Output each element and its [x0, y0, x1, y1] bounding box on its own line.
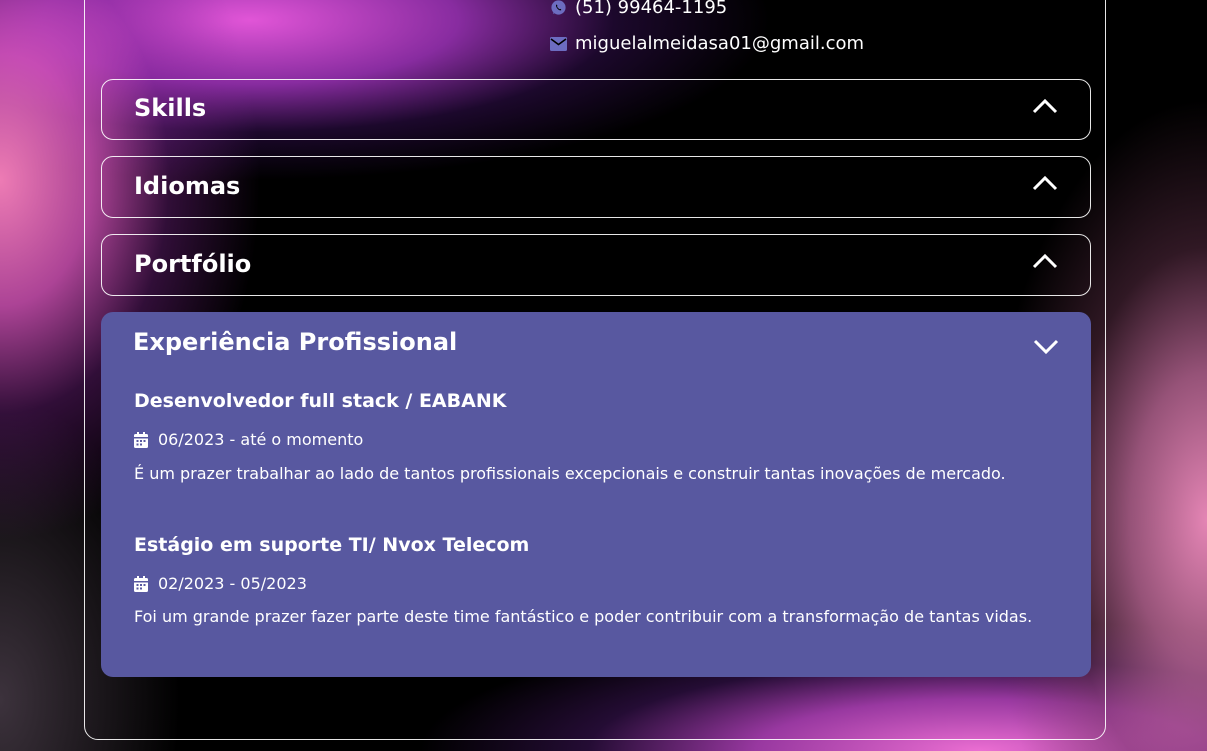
- chevron-up-icon[interactable]: [1030, 173, 1060, 193]
- phone-contact[interactable]: (51) 99464-1195: [550, 0, 727, 18]
- job-description: Foi um grande prazer fazer parte deste t…: [134, 607, 1033, 626]
- email-text: miguelalmeidasa01@gmail.com: [575, 33, 865, 54]
- chevron-up-icon[interactable]: [1030, 251, 1060, 271]
- skills-title: Skills: [134, 94, 207, 122]
- whatsapp-icon: [550, 0, 567, 16]
- experiencia-accordion[interactable]: Experiência Profissional Desenvolvedor f…: [101, 312, 1091, 677]
- phone-text: (51) 99464-1195: [575, 0, 728, 18]
- chevron-down-icon[interactable]: [1031, 336, 1061, 356]
- job-description: É um prazer trabalhar ao lado de tantos …: [134, 464, 1006, 483]
- idiomas-accordion[interactable]: Idiomas: [101, 156, 1091, 218]
- envelope-icon: [550, 35, 567, 52]
- chevron-up-icon[interactable]: [1030, 96, 1060, 116]
- job-date: 02/2023 - 05/2023: [134, 574, 307, 593]
- job-date-text: 02/2023 - 05/2023: [158, 574, 307, 593]
- calendar-icon: [134, 575, 148, 592]
- portfolio-title: Portfólio: [134, 250, 252, 278]
- idiomas-title: Idiomas: [134, 172, 241, 200]
- portfolio-accordion[interactable]: Portfólio: [101, 234, 1091, 296]
- job-date: 06/2023 - até o momento: [134, 430, 363, 449]
- job-title: Desenvolvedor full stack / EABANK: [134, 390, 507, 412]
- calendar-icon: [134, 431, 148, 448]
- email-contact[interactable]: miguelalmeidasa01@gmail.com: [550, 33, 864, 54]
- job-title: Estágio em suporte TI/ Nvox Telecom: [134, 534, 530, 556]
- skills-accordion[interactable]: Skills: [101, 79, 1091, 140]
- job-date-text: 06/2023 - até o momento: [158, 430, 364, 449]
- experiencia-title: Experiência Profissional: [133, 328, 458, 356]
